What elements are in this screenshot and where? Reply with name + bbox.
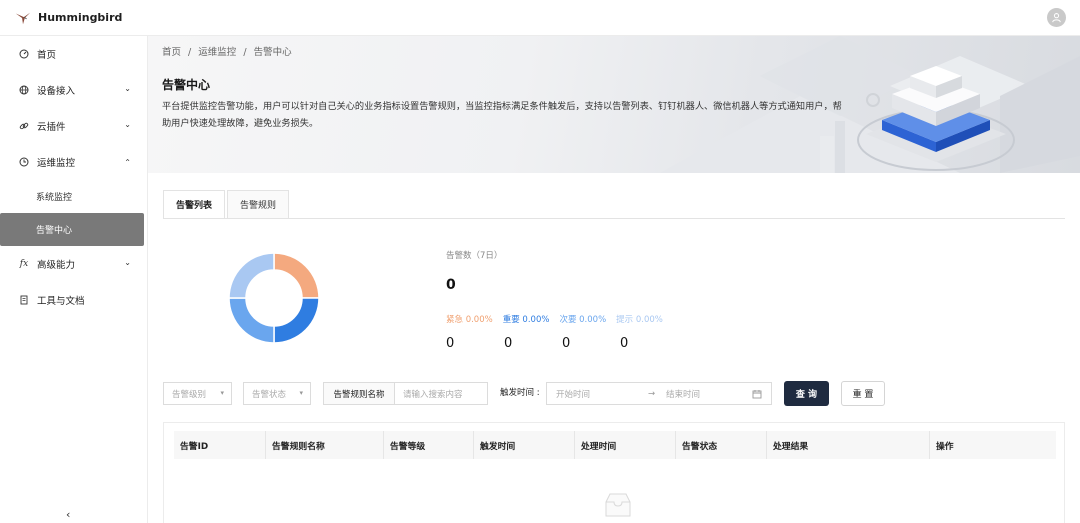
column-header: 告警ID [174, 431, 266, 459]
alarm-level-placeholder: 告警级别 [172, 389, 207, 400]
alarm-count-total: 0 [446, 277, 456, 293]
fx-icon: fx [19, 259, 29, 269]
reset-button[interactable]: 重 置 [841, 381, 885, 406]
column-header: 告警状态 [676, 431, 767, 459]
level-minor: 次要 0.00% [559, 315, 607, 325]
column-header: 处理时间 [575, 431, 676, 459]
alarm-status-placeholder: 告警状态 [252, 389, 287, 400]
doc-icon [18, 294, 30, 306]
sidebar-item-home[interactable]: 首页 [0, 36, 147, 72]
sidebar-item-system-monitoring[interactable]: 系统监控 [0, 180, 147, 213]
top-bar: Hummingbird [0, 0, 1080, 36]
sidebar-item-label: 工具与文档 [37, 296, 85, 307]
sidebar-item-cloud-plugin[interactable]: 云插件 ⌄ [0, 108, 147, 144]
tab-alarm-rules[interactable]: 告警规则 [227, 190, 290, 219]
empty-data-icon [605, 493, 631, 517]
tab-divider [163, 218, 1065, 219]
column-header: 操作 [936, 441, 954, 452]
tab-alarm-list[interactable]: 告警列表 [163, 190, 226, 219]
alarm-donut-chart [228, 252, 320, 344]
start-time-input[interactable]: 开始时间 [556, 388, 648, 400]
chevron-down-icon: ⌄ [124, 84, 131, 93]
column-header: 告警规则名称 [266, 431, 384, 459]
breadcrumb-home-link[interactable]: 首页 [162, 47, 181, 58]
donut-segment-2 [228, 297, 275, 344]
table-header: 告警ID 告警规则名称 告警等级 触发时间 处理时间 告警状态 处理结果 操作 [174, 431, 1056, 459]
breadcrumb-ops-link[interactable]: 运维监控 [198, 47, 236, 58]
chevron-down-icon: ▾ [220, 389, 224, 397]
query-button[interactable]: 查 询 [784, 381, 829, 406]
main-content: 告警列表 告警规则 告警数（7日） 0 紧急 0.00% 重要 0.00% 次要… [148, 173, 1080, 523]
page-description: 平台提供监控告警功能，用户可以针对自己关心的业务指标设置告警规则，当监控指标满足… [162, 101, 842, 129]
calendar-icon [752, 389, 762, 398]
arrow-right-icon: → [648, 388, 656, 399]
breadcrumb-separator: / [188, 47, 192, 58]
sidebar-item-label: 告警中心 [36, 226, 73, 236]
sidebar-item-advanced[interactable]: fx 高级能力 ⌄ [0, 246, 147, 282]
page-title: 告警中心 [162, 78, 211, 92]
breadcrumb-current: 告警中心 [253, 47, 292, 58]
rule-name-search: 告警规则名称 请输入搜索内容 [323, 382, 488, 405]
page-banner: 首页 / 运维监控 / 告警中心 告警中心 平台提供监控告警功能，用户可以针对自… [148, 36, 1080, 173]
level-major: 重要 0.00% [502, 315, 550, 325]
rule-name-label: 告警规则名称 [323, 382, 395, 405]
app-logo[interactable]: Hummingbird [14, 9, 122, 27]
sidebar: 首页 设备接入 ⌄ 云插件 ⌄ 运维监控 ⌃ 系统监控 告警中心 fx 高级能力… [0, 36, 148, 523]
sidebar-item-label: 云插件 [37, 122, 66, 133]
count-major: 0 [504, 336, 513, 351]
sidebar-item-label: 设备接入 [37, 86, 76, 97]
sidebar-item-tools-docs[interactable]: 工具与文档 [0, 282, 147, 318]
level-critical: 紧急 0.00% [446, 315, 493, 325]
chevron-down-icon: ▾ [299, 389, 303, 397]
donut-segment-1 [273, 297, 320, 344]
alarm-level-legend: 紧急 0.00% 重要 0.00% 次要 0.00% 提示 0.00% [446, 313, 673, 325]
breadcrumb-separator: / [243, 47, 247, 58]
sidebar-item-label: 运维监控 [37, 158, 76, 169]
trigger-time-label: 触发时间 : [500, 388, 540, 398]
end-time-input[interactable]: 结束时间 [666, 388, 752, 400]
level-info: 提示 0.00% [616, 315, 663, 325]
hummingbird-logo-icon [15, 12, 31, 24]
count-critical: 0 [446, 336, 455, 351]
column-header: 处理结果 [767, 431, 930, 459]
alarm-stats: 告警数（7日） 0 紧急 0.00% 重要 0.00% 次要 0.00% 提示 … [446, 249, 663, 351]
chevron-up-icon: ⌃ [124, 158, 131, 167]
user-icon [1052, 13, 1061, 23]
donut-segment-3 [228, 252, 275, 299]
column-header: 告警等级 [384, 431, 474, 459]
sidebar-item-ops-monitoring[interactable]: 运维监控 ⌃ [0, 144, 147, 180]
donut-segment-0 [273, 252, 320, 299]
breadcrumb: 首页 / 运维监控 / 告警中心 [162, 44, 296, 58]
user-avatar[interactable] [1047, 8, 1066, 27]
sidebar-item-device-access[interactable]: 设备接入 ⌄ [0, 72, 147, 108]
app-title: Hummingbird [38, 11, 123, 24]
chevron-down-icon: ⌄ [124, 258, 131, 267]
dashboard-icon [18, 48, 30, 60]
alarm-status-select[interactable]: 告警状态 ▾ [243, 382, 311, 405]
alarm-level-select[interactable]: 告警级别 ▾ [163, 382, 232, 405]
link-icon [18, 120, 30, 132]
tab-bar: 告警列表 告警规则 [163, 190, 291, 219]
sidebar-item-alarm-center[interactable]: 告警中心 [0, 213, 144, 246]
sidebar-item-label: 高级能力 [37, 260, 76, 271]
column-header: 触发时间 [474, 431, 575, 459]
globe-icon [18, 84, 30, 96]
count-info: 0 [620, 336, 629, 351]
alarm-level-counts: 0 0 0 0 [446, 336, 678, 351]
alarm-table: 告警ID 告警规则名称 告警等级 触发时间 处理时间 告警状态 处理结果 操作 [163, 422, 1065, 523]
clock-icon [18, 156, 30, 168]
rule-name-input[interactable]: 请输入搜索内容 [395, 382, 488, 405]
count-minor: 0 [562, 336, 571, 351]
chevron-down-icon: ⌄ [124, 120, 131, 129]
sidebar-item-label: 系统监控 [36, 193, 73, 203]
alarm-count-label: 告警数（7日） [446, 251, 503, 261]
sidebar-item-label: 首页 [37, 50, 57, 61]
collapse-sidebar-icon[interactable]: ‹ [66, 508, 70, 521]
trigger-time-range[interactable]: 开始时间 → 结束时间 [546, 382, 772, 405]
